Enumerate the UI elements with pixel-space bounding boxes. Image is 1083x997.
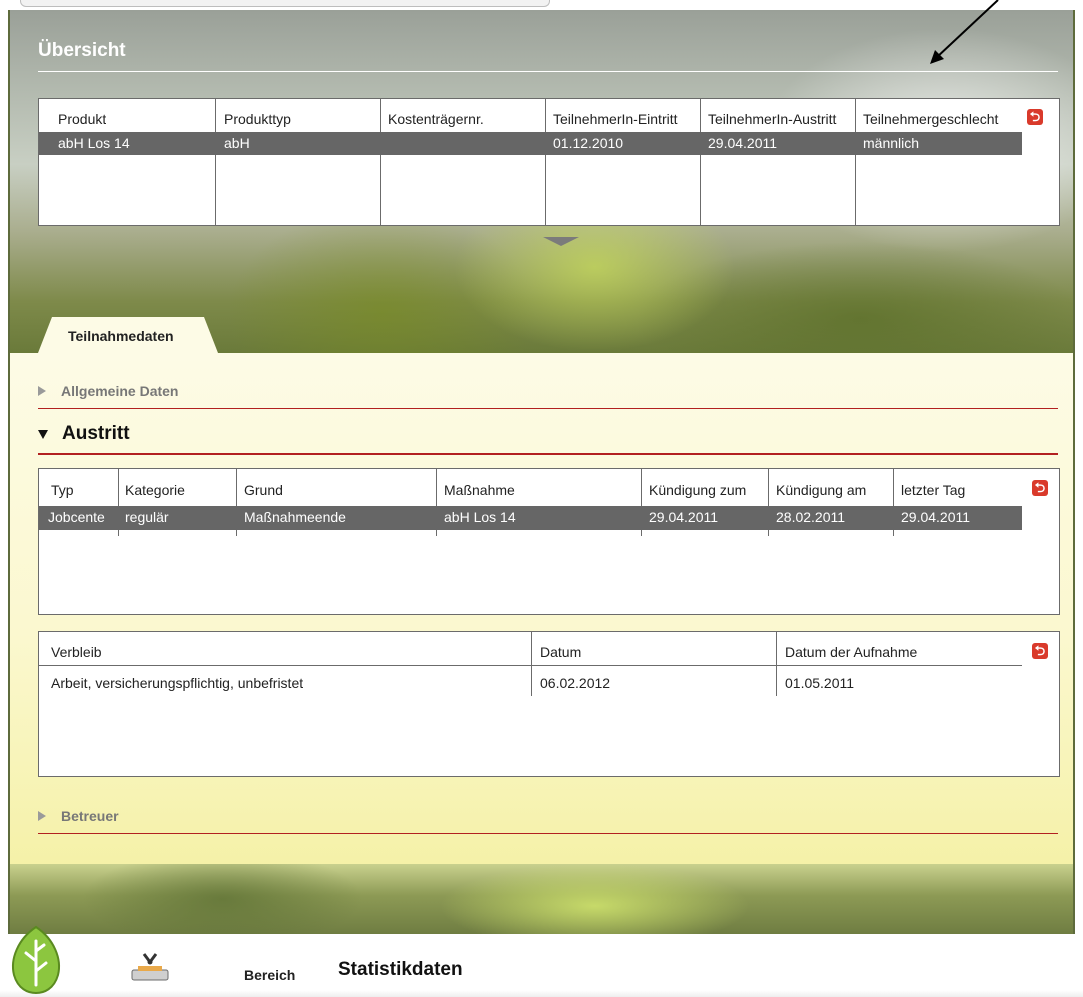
table-cell[interactable]: 01.05.2011 xyxy=(785,675,854,691)
header-divider xyxy=(39,665,1022,666)
overview-title: Übersicht xyxy=(38,40,126,61)
footer-background xyxy=(10,864,1073,934)
table-cell: Maßnahmeende xyxy=(244,509,346,525)
area-title: Statistikdaten xyxy=(338,959,463,980)
column-header[interactable]: TeilnehmerIn-Austritt xyxy=(708,111,854,127)
export-exit-icon[interactable]: ⮌ xyxy=(1032,480,1048,496)
table-cell: abH xyxy=(224,135,250,151)
top-panel-edge xyxy=(20,0,550,7)
column-header[interactable]: Kategorie xyxy=(125,482,185,498)
table-cell: regulär xyxy=(125,509,169,525)
section-general-data[interactable]: Allgemeine Daten xyxy=(38,383,178,399)
overview-divider xyxy=(38,71,1058,72)
section-label: Betreuer xyxy=(61,808,119,824)
table-row[interactable]: abH Los 14 abH 01.12.2010 29.04.2011 män… xyxy=(39,132,1022,155)
table-cell[interactable]: 06.02.2012 xyxy=(540,675,610,691)
section-divider xyxy=(38,453,1058,455)
column-divider xyxy=(700,99,701,225)
column-header[interactable]: Grund xyxy=(244,482,283,498)
collapse-triangle-icon xyxy=(38,429,48,439)
section-label: Allgemeine Daten xyxy=(61,383,179,399)
area-label: Bereich xyxy=(244,967,296,983)
table-cell: abH Los 14 xyxy=(58,135,130,151)
column-header[interactable]: Datum der Aufnahme xyxy=(785,644,917,660)
column-header[interactable]: Produkt xyxy=(58,111,106,127)
column-header[interactable]: Kündigung zum xyxy=(649,482,746,498)
overview-table: Produkt Produkttyp Kostenträgernr. Teiln… xyxy=(38,98,1060,226)
table-cell: männlich xyxy=(863,135,920,151)
table-cell: 28.02.2011 xyxy=(776,509,846,525)
stamp-icon[interactable] xyxy=(128,950,172,984)
column-header[interactable]: Kündigung am xyxy=(776,482,866,498)
collapse-arrow-icon[interactable] xyxy=(543,237,579,246)
expand-triangle-icon xyxy=(38,811,46,821)
table-cell: abH Los 14 xyxy=(444,509,516,525)
table-cell: Jobcente xyxy=(48,509,105,525)
arrow-annotation-icon xyxy=(930,0,999,64)
column-header[interactable]: letzter Tag xyxy=(901,482,965,498)
column-header[interactable]: Kostenträgernr. xyxy=(388,111,484,127)
table-cell: 29.04.2011 xyxy=(901,509,971,525)
section-label: Austritt xyxy=(62,423,130,444)
table-cell: 29.04.2011 xyxy=(708,135,778,151)
column-divider xyxy=(215,99,216,225)
column-divider xyxy=(531,632,532,696)
column-header[interactable]: Datum xyxy=(540,644,581,660)
leaf-logo-icon[interactable] xyxy=(8,925,64,995)
exit-table: Typ Kategorie Grund Maßnahme Kündigung z… xyxy=(38,468,1060,615)
section-divider xyxy=(38,408,1058,409)
column-divider xyxy=(776,632,777,696)
app-frame: Übersicht Produkt Produkttyp Kostenträge… xyxy=(8,10,1075,934)
table-cell[interactable]: Arbeit, versicherungspflichtig, unbefris… xyxy=(51,675,303,691)
footer-fade xyxy=(0,990,1083,997)
section-caretaker[interactable]: Betreuer xyxy=(38,808,119,824)
table-cell: 01.12.2010 xyxy=(553,135,624,151)
table-row[interactable]: Jobcente regulär Maßnahmeende abH Los 14… xyxy=(39,506,1022,530)
whereabouts-table: Verbleib Datum Datum der Aufnahme Arbeit… xyxy=(38,631,1060,777)
column-header[interactable]: Teilnehmergeschlecht xyxy=(863,111,1023,127)
column-header[interactable]: Produkttyp xyxy=(224,111,291,127)
column-divider xyxy=(855,99,856,225)
section-exit[interactable]: Austritt xyxy=(38,423,130,445)
column-header[interactable]: TeilnehmerIn-Eintritt xyxy=(553,111,699,127)
table-cell: 29.04.2011 xyxy=(649,509,719,525)
export-exit-icon[interactable]: ⮌ xyxy=(1027,109,1043,125)
tab-label: Teilnahmedaten xyxy=(68,328,174,344)
export-exit-icon[interactable]: ⮌ xyxy=(1032,643,1048,659)
column-divider xyxy=(380,99,381,225)
column-header[interactable]: Verbleib xyxy=(51,644,102,660)
section-divider xyxy=(38,833,1058,834)
column-divider xyxy=(545,99,546,225)
expand-triangle-icon xyxy=(38,386,46,396)
column-header[interactable]: Maßnahme xyxy=(444,482,515,498)
column-header[interactable]: Typ xyxy=(51,482,74,498)
